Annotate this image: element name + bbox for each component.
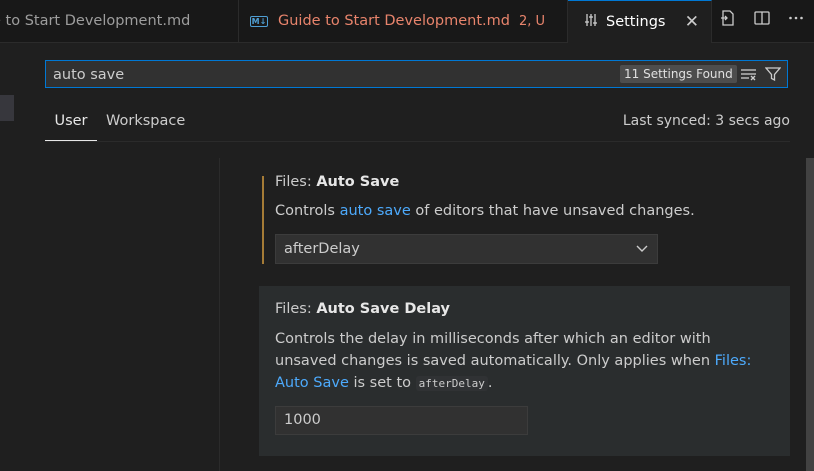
setting-description: Controls the delay in milliseconds after… xyxy=(275,328,775,395)
inline-code: afterDelay xyxy=(415,376,488,391)
description-text: Controls xyxy=(275,203,340,219)
tab-label: Guide to Start Development.md xyxy=(278,13,510,29)
setting-description: Controls auto save of editors that have … xyxy=(275,200,775,222)
setting-category: Files: xyxy=(275,301,317,317)
description-text: . xyxy=(487,375,493,391)
split-editor-icon[interactable] xyxy=(752,8,772,28)
close-tab-icon[interactable]: ✕ xyxy=(685,12,699,32)
chevron-down-icon xyxy=(635,235,649,273)
settings-search[interactable]: 11 Settings Found xyxy=(45,60,788,89)
left-panel-edge xyxy=(0,95,14,121)
tab-label: e to Start Development.md xyxy=(0,13,191,29)
select-value: afterDelay xyxy=(284,241,360,257)
toc-divider xyxy=(219,158,220,471)
tab-workspace[interactable]: Workspace xyxy=(106,113,185,129)
search-input[interactable] xyxy=(46,61,615,89)
tab-settings[interactable]: Settings ✕ xyxy=(568,0,712,43)
results-count-badge: 11 Settings Found xyxy=(620,65,737,83)
auto-save-link[interactable]: auto save xyxy=(340,203,411,219)
auto-save-delay-input[interactable]: 1000 xyxy=(275,406,528,435)
open-settings-json-icon[interactable] xyxy=(718,8,738,28)
setting-title: Files: Auto Save xyxy=(275,174,399,190)
problems-badge: 2, U xyxy=(518,13,545,29)
auto-save-select[interactable]: afterDelay xyxy=(275,234,658,264)
filter-icon[interactable] xyxy=(763,65,783,83)
markdown-icon: M↓ xyxy=(250,15,268,27)
setting-files-auto-save: Files: Auto Save Controls auto save of e… xyxy=(262,174,782,270)
clear-filter-icon[interactable] xyxy=(739,65,759,83)
description-text: Controls the delay in milliseconds after… xyxy=(275,331,715,369)
scrollbar[interactable] xyxy=(806,158,814,471)
more-actions-icon[interactable] xyxy=(786,8,806,28)
setting-files-auto-save-delay: Files: Auto Save Delay Controls the dela… xyxy=(259,286,790,456)
tab-label: Settings xyxy=(606,14,666,30)
setting-name: Auto Save xyxy=(316,174,400,190)
sync-status: Last synced: 3 secs ago xyxy=(622,113,790,129)
setting-title: Files: Auto Save Delay xyxy=(275,301,450,317)
editor-actions xyxy=(718,8,806,28)
settings-sliders-icon xyxy=(584,13,598,31)
setting-name: Auto Save Delay xyxy=(316,301,450,317)
settings-scope-tabs: User Workspace Last synced: 3 secs ago xyxy=(45,107,790,142)
tab-guide-to-start-development[interactable]: M↓ Guide to Start Development.md 2, U xyxy=(239,0,568,42)
description-text: is set to xyxy=(348,375,416,391)
tab-user[interactable]: User xyxy=(45,113,97,141)
tab-start-development[interactable]: e to Start Development.md xyxy=(0,0,239,42)
description-text: of editors that have unsaved changes. xyxy=(410,203,695,219)
editor-tab-bar: e to Start Development.md M↓ Guide to St… xyxy=(0,0,814,43)
modified-indicator xyxy=(262,176,264,264)
setting-category: Files: xyxy=(275,174,317,190)
